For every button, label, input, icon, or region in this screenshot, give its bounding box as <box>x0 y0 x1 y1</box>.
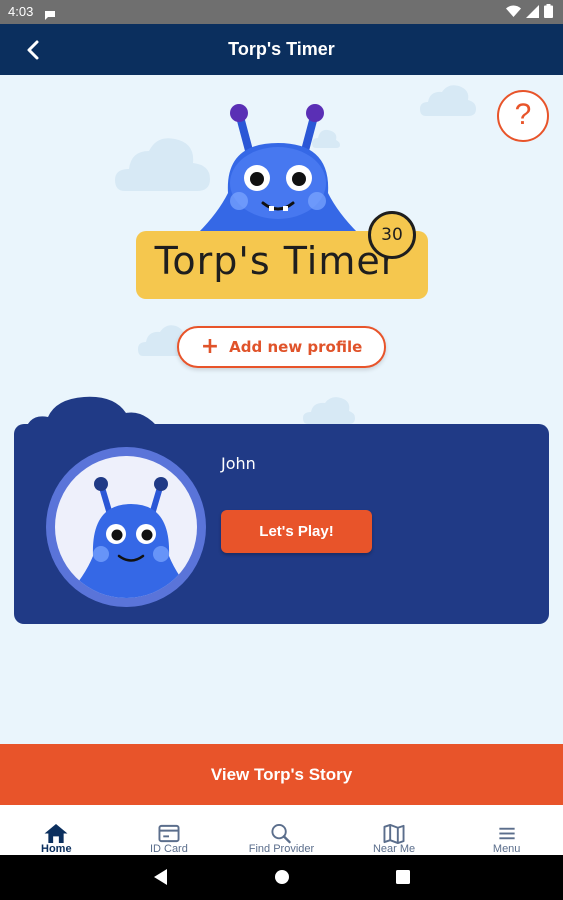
nav-find-provider[interactable]: Find Provider <box>225 805 338 855</box>
id-card-icon <box>158 824 180 843</box>
nav-label-find-provider: Find Provider <box>248 843 315 855</box>
android-back-icon[interactable] <box>152 868 170 886</box>
nav-label-near-me: Near Me <box>372 843 416 855</box>
search-icon <box>271 823 292 844</box>
lets-play-button[interactable]: Let's Play! <box>221 510 372 553</box>
home-icon <box>44 823 68 844</box>
nav-label-menu: Menu <box>492 843 521 855</box>
profile-avatar <box>46 447 206 607</box>
profile-card: John Let's Play! <box>14 424 549 624</box>
status-bar: 4:03 <box>0 0 563 24</box>
system-icons <box>506 4 553 18</box>
nav-menu[interactable]: Menu <box>450 805 563 855</box>
main-content: ? Torp's Timer 30 + Add new profile John… <box>0 75 563 744</box>
cell-signal-icon <box>526 4 539 18</box>
wifi-icon <box>506 5 521 17</box>
status-time: 4:03 <box>8 4 34 19</box>
nav-home[interactable]: Home <box>0 805 113 855</box>
system-navigation-bar <box>0 855 563 900</box>
nav-id-card[interactable]: ID Card <box>113 805 226 855</box>
app-header: Torp's Timer <box>0 24 563 75</box>
android-recents-icon[interactable] <box>394 868 412 886</box>
nav-label-home: Home <box>41 843 72 855</box>
page-title: Torp's Timer <box>228 39 335 59</box>
map-icon <box>383 823 405 844</box>
nav-near-me[interactable]: Near Me <box>338 805 451 855</box>
torp-monster-avatar <box>65 477 197 598</box>
help-button[interactable]: ? <box>497 90 549 142</box>
cloud-decoration <box>303 397 355 424</box>
add-profile-label: Add new profile <box>229 338 363 356</box>
profile-name: John <box>221 454 256 473</box>
view-story-button[interactable]: View Torp's Story <box>0 744 563 805</box>
battery-icon <box>544 4 553 18</box>
menu-icon <box>499 827 515 840</box>
nav-label-id-card: ID Card <box>149 843 188 855</box>
add-new-profile-button[interactable]: + Add new profile <box>177 326 386 368</box>
android-home-icon[interactable] <box>273 868 291 886</box>
timer-icon: 30 <box>368 211 416 259</box>
plus-icon: + <box>200 334 220 359</box>
message-notification-icon <box>44 6 56 25</box>
bottom-navigation: Home ID Card Find Provider Near Me Menu <box>0 805 563 855</box>
